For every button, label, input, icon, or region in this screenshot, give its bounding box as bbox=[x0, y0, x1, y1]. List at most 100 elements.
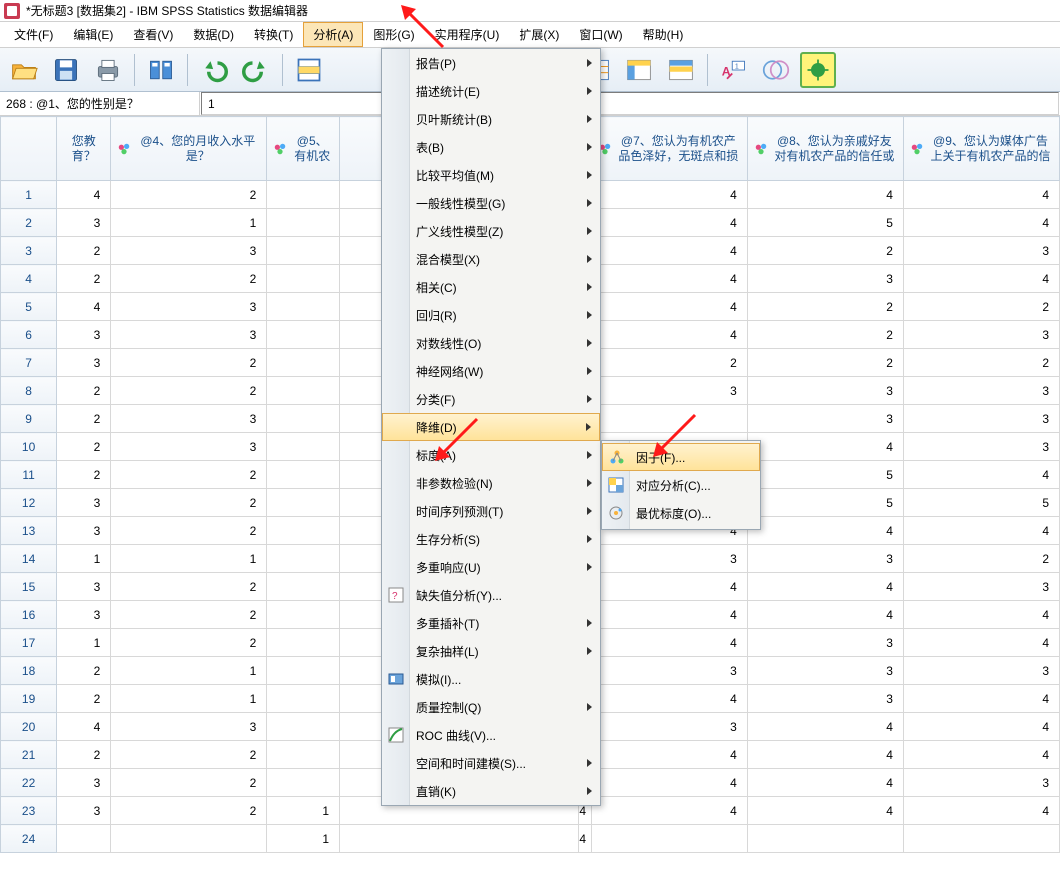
menu-item-e[interactable]: 描述统计(E) bbox=[382, 77, 600, 105]
data-cell[interactable]: 1 bbox=[267, 825, 340, 853]
data-cell[interactable]: 4 bbox=[903, 713, 1059, 741]
menu-item-s[interactable]: 空间和时间建模(S)... bbox=[382, 749, 600, 777]
data-cell[interactable]: 2 bbox=[57, 741, 111, 769]
data-cell[interactable]: 2 bbox=[57, 433, 111, 461]
row-number[interactable]: 18 bbox=[1, 657, 57, 685]
data-cell[interactable] bbox=[267, 573, 340, 601]
menu-item-p[interactable]: 报告(P) bbox=[382, 49, 600, 77]
menu-item-c[interactable]: 相关(C) bbox=[382, 273, 600, 301]
menu-item-r[interactable]: 回归(R) bbox=[382, 301, 600, 329]
menu-item-g[interactable]: 一般线性模型(G) bbox=[382, 189, 600, 217]
corner-cell[interactable] bbox=[1, 117, 57, 181]
data-cell[interactable] bbox=[591, 405, 747, 433]
data-cell[interactable] bbox=[267, 769, 340, 797]
menu-item-q[interactable]: 质量控制(Q) bbox=[382, 693, 600, 721]
data-cell[interactable]: 4 bbox=[591, 265, 747, 293]
row-number[interactable]: 2 bbox=[1, 209, 57, 237]
data-cell[interactable]: 3 bbox=[591, 377, 747, 405]
data-cell[interactable]: 3 bbox=[57, 321, 111, 349]
data-cell[interactable]: 3 bbox=[903, 657, 1059, 685]
data-cell[interactable]: 4 bbox=[903, 741, 1059, 769]
data-cell[interactable] bbox=[903, 825, 1059, 853]
submenu-item-corr[interactable]: 对应分析(C)... bbox=[602, 471, 760, 499]
data-cell[interactable] bbox=[267, 657, 340, 685]
data-cell[interactable]: 4 bbox=[903, 601, 1059, 629]
data-cell[interactable]: 4 bbox=[591, 573, 747, 601]
data-cell[interactable]: 4 bbox=[591, 797, 747, 825]
data-cell[interactable]: 2 bbox=[111, 769, 267, 797]
row-number[interactable]: 3 bbox=[1, 237, 57, 265]
data-cell[interactable]: 1 bbox=[57, 545, 111, 573]
data-cell[interactable]: 2 bbox=[57, 237, 111, 265]
row-number[interactable]: 13 bbox=[1, 517, 57, 545]
data-cell[interactable] bbox=[267, 489, 340, 517]
data-cell[interactable]: 2 bbox=[747, 321, 903, 349]
menu-item-t[interactable]: 多重插补(T) bbox=[382, 609, 600, 637]
data-cell[interactable] bbox=[747, 825, 903, 853]
data-cell[interactable] bbox=[267, 517, 340, 545]
data-cell[interactable]: 2 bbox=[111, 377, 267, 405]
data-cell[interactable]: 3 bbox=[747, 545, 903, 573]
data-cell[interactable]: 4 bbox=[591, 181, 747, 209]
data-cell[interactable]: 4 bbox=[747, 769, 903, 797]
use-sets-icon[interactable] bbox=[758, 52, 794, 88]
data-cell[interactable]: 4 bbox=[903, 517, 1059, 545]
data-cell[interactable]: 2 bbox=[903, 349, 1059, 377]
menu-item-o[interactable]: 对数线性(O) bbox=[382, 329, 600, 357]
data-cell[interactable]: 3 bbox=[57, 209, 111, 237]
menu-item-t[interactable]: 时间序列预测(T) bbox=[382, 497, 600, 525]
data-cell[interactable]: 4 bbox=[903, 209, 1059, 237]
data-cell[interactable]: 2 bbox=[591, 349, 747, 377]
data-cell[interactable]: 2 bbox=[57, 685, 111, 713]
data-cell[interactable] bbox=[267, 321, 340, 349]
show-all-icon[interactable] bbox=[800, 52, 836, 88]
menu-item-b[interactable]: 表(B) bbox=[382, 133, 600, 161]
open-icon[interactable] bbox=[6, 52, 42, 88]
menu-file[interactable]: 文件(F) bbox=[4, 22, 63, 47]
data-cell[interactable]: 3 bbox=[57, 601, 111, 629]
row-number[interactable]: 22 bbox=[1, 769, 57, 797]
data-cell[interactable]: 3 bbox=[903, 433, 1059, 461]
data-cell[interactable]: 4 bbox=[591, 237, 747, 265]
data-cell[interactable]: 2 bbox=[57, 265, 111, 293]
data-cell[interactable]: 2 bbox=[111, 265, 267, 293]
menu-item-n[interactable]: 非参数检验(N) bbox=[382, 469, 600, 497]
data-cell[interactable] bbox=[267, 209, 340, 237]
data-cell[interactable] bbox=[267, 349, 340, 377]
table-row[interactable]: 2414 bbox=[1, 825, 1060, 853]
find-icon[interactable] bbox=[663, 52, 699, 88]
data-cell[interactable]: 4 bbox=[747, 433, 903, 461]
data-cell[interactable]: 4 bbox=[591, 629, 747, 657]
data-cell[interactable]: 2 bbox=[903, 545, 1059, 573]
column-header-c8[interactable]: @8、您认为亲戚好友对有机农产品的信任或 bbox=[747, 117, 903, 181]
data-cell[interactable]: 1 bbox=[111, 545, 267, 573]
data-cell[interactable]: 4 bbox=[903, 181, 1059, 209]
data-cell[interactable]: 3 bbox=[591, 713, 747, 741]
data-cell[interactable]: 3 bbox=[903, 769, 1059, 797]
data-cell[interactable]: 3 bbox=[747, 629, 903, 657]
data-cell[interactable]: 2 bbox=[903, 293, 1059, 321]
data-cell[interactable]: 2 bbox=[111, 601, 267, 629]
menu-utilities[interactable]: 实用程序(U) bbox=[425, 22, 510, 47]
data-cell[interactable]: 5 bbox=[747, 489, 903, 517]
data-cell[interactable]: 3 bbox=[747, 405, 903, 433]
data-cell[interactable]: 3 bbox=[57, 769, 111, 797]
row-number[interactable]: 19 bbox=[1, 685, 57, 713]
row-number[interactable]: 12 bbox=[1, 489, 57, 517]
data-cell[interactable] bbox=[267, 433, 340, 461]
row-number[interactable]: 24 bbox=[1, 825, 57, 853]
data-cell[interactable] bbox=[267, 293, 340, 321]
data-cell[interactable]: 4 bbox=[591, 601, 747, 629]
row-number[interactable]: 20 bbox=[1, 713, 57, 741]
data-cell[interactable] bbox=[591, 825, 747, 853]
data-cell[interactable]: 2 bbox=[747, 237, 903, 265]
data-cell[interactable]: 4 bbox=[591, 685, 747, 713]
row-number[interactable]: 21 bbox=[1, 741, 57, 769]
cell-reference-value[interactable]: 1 bbox=[201, 92, 1059, 115]
menu-transform[interactable]: 转换(T) bbox=[244, 22, 303, 47]
data-cell[interactable] bbox=[267, 601, 340, 629]
row-number[interactable]: 1 bbox=[1, 181, 57, 209]
data-cell[interactable]: 4 bbox=[591, 741, 747, 769]
data-cell[interactable]: 3 bbox=[111, 293, 267, 321]
recall-dialog-icon[interactable] bbox=[143, 52, 179, 88]
